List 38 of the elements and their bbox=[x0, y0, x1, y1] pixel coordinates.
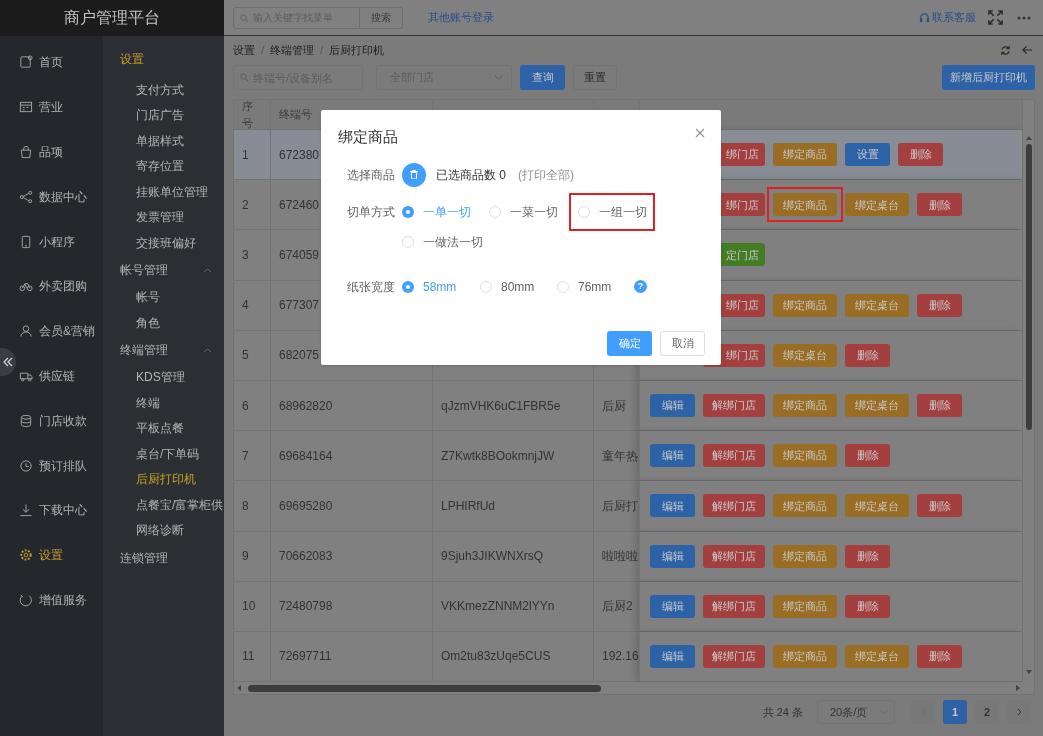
dialog-title: 绑定商品 bbox=[338, 127, 398, 147]
table-cell-text: 后厨2 bbox=[601, 598, 634, 616]
selected-goods-count: 已选商品数 0 bbox=[436, 166, 506, 184]
total-count: 共 24 条 bbox=[762, 704, 803, 720]
table-cell: VKKmezZNNM2lYYn bbox=[433, 581, 594, 631]
table-cell: 5 bbox=[234, 330, 271, 380]
table-cell: 1 bbox=[234, 130, 271, 180]
table-cell-text: 192.16 bbox=[601, 648, 639, 666]
table-cell: 2 bbox=[234, 180, 271, 230]
table-cell: 8 bbox=[234, 481, 271, 531]
table-cell: Om2tu83zUqe5CUS bbox=[433, 631, 594, 682]
table-cell: 72480798 bbox=[271, 581, 433, 631]
table-cell-text: 童年热 bbox=[601, 447, 639, 465]
table-cell: 3 bbox=[234, 230, 271, 280]
table-cell: LPHIRfUd bbox=[433, 481, 594, 531]
breadcrumb-separator: / bbox=[261, 42, 265, 58]
field-label: 纸张宽度 bbox=[347, 278, 396, 296]
table-cell-text: 后厨 bbox=[601, 397, 627, 415]
print-all-note: (打印全部) bbox=[518, 166, 574, 184]
field-label: 切单方式 bbox=[347, 203, 396, 221]
table-cell: Z7Kwtk8BOokmnjJW bbox=[433, 431, 594, 481]
table-cell: qJzmVHK6uC1FBR5e bbox=[433, 380, 594, 431]
table-cell: 10 bbox=[234, 581, 271, 631]
table-cell: 69684164 bbox=[271, 431, 433, 481]
table-cell: 69695280 bbox=[271, 481, 433, 531]
table-cell: 11 bbox=[234, 631, 271, 682]
breadcrumb-separator: / bbox=[320, 42, 324, 58]
table-cell: 9 bbox=[234, 531, 271, 581]
table-cell: 9Sjuh3JIKWNXrsQ bbox=[433, 531, 594, 581]
table-cell-text: 后厨打 bbox=[601, 497, 639, 515]
app-title: 商户管理平台 bbox=[0, 0, 224, 36]
table-cell: 72697711 bbox=[271, 631, 433, 682]
table-cell-text: 啦啦啦 bbox=[601, 548, 639, 566]
table-cell: 7 bbox=[234, 431, 271, 481]
table-cell: 70662083 bbox=[271, 531, 433, 581]
table-cell: 4 bbox=[234, 280, 271, 330]
table-cell: 6 bbox=[234, 380, 271, 431]
table-cell: 68962820 bbox=[271, 380, 433, 431]
